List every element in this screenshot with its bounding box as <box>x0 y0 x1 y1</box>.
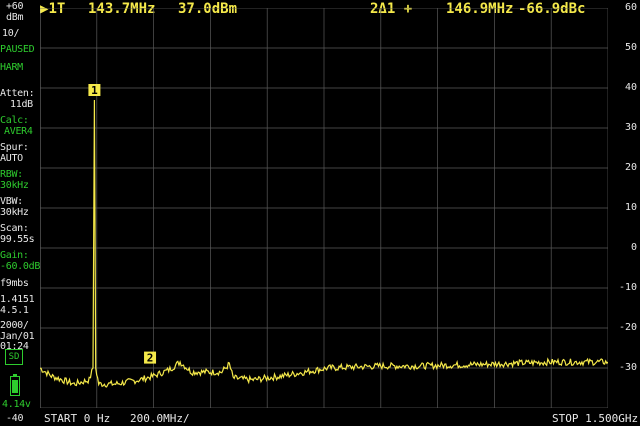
y-axis-tick-label: -30 <box>618 362 637 373</box>
marker-layer: 12 <box>88 84 157 365</box>
marker-2-badge: 2 <box>144 351 157 365</box>
paused-status: PAUSED <box>0 44 35 55</box>
spur-label: Spur: <box>0 142 29 153</box>
vbw-label: VBW: <box>0 196 23 207</box>
battery-icon <box>10 374 20 396</box>
stop-frequency[interactable]: STOP 1.500GHz <box>552 412 638 425</box>
atten-label: Atten: <box>0 88 35 99</box>
y-axis-tick-label: 60 <box>624 2 637 13</box>
y-axis-tick-label: 30 <box>624 122 637 133</box>
plot-grid <box>40 8 608 408</box>
calc-label: Calc: <box>0 115 29 126</box>
frequency-per-division: 200.0MHz/ <box>130 412 190 425</box>
y-axis-tick-label: 0 <box>630 242 637 253</box>
y-axis-tick-label: 50 <box>624 42 637 53</box>
harm-status: HARM <box>0 62 23 73</box>
svg-text:2: 2 <box>147 352 154 365</box>
y-axis-tick-label: -20 <box>618 322 637 333</box>
sd-card-icon: SD <box>5 349 23 365</box>
y-axis-tick-label: -10 <box>618 282 637 293</box>
spectrum-plot[interactable]: 12 <box>40 8 608 408</box>
scan-label: Scan: <box>0 223 29 234</box>
svg-text:1: 1 <box>91 84 98 97</box>
y-axis-tick-label: 40 <box>624 82 637 93</box>
y-axis-tick-label: 20 <box>624 162 637 173</box>
firmware-version-1: 1.4151 <box>0 294 35 305</box>
gain-label: Gain: <box>0 250 29 261</box>
rbw-label: RBW: <box>0 169 23 180</box>
gain-value: -60.0dB <box>0 261 41 272</box>
y-axis-tick-label: 10 <box>624 202 637 213</box>
start-frequency[interactable]: START 0 Hz <box>44 412 110 425</box>
rbw-value: 30kHz <box>0 180 29 191</box>
spur-value: AUTO <box>0 153 23 164</box>
marker-1-badge: 1 <box>88 84 101 97</box>
firmware-version-2: 4.5.1 <box>0 305 29 316</box>
scan-value: 99.55s <box>0 234 35 245</box>
firmware-label: f9mbs <box>0 278 29 289</box>
date-year: 2000/ <box>0 320 29 331</box>
vbw-value: 30kHz <box>0 207 29 218</box>
